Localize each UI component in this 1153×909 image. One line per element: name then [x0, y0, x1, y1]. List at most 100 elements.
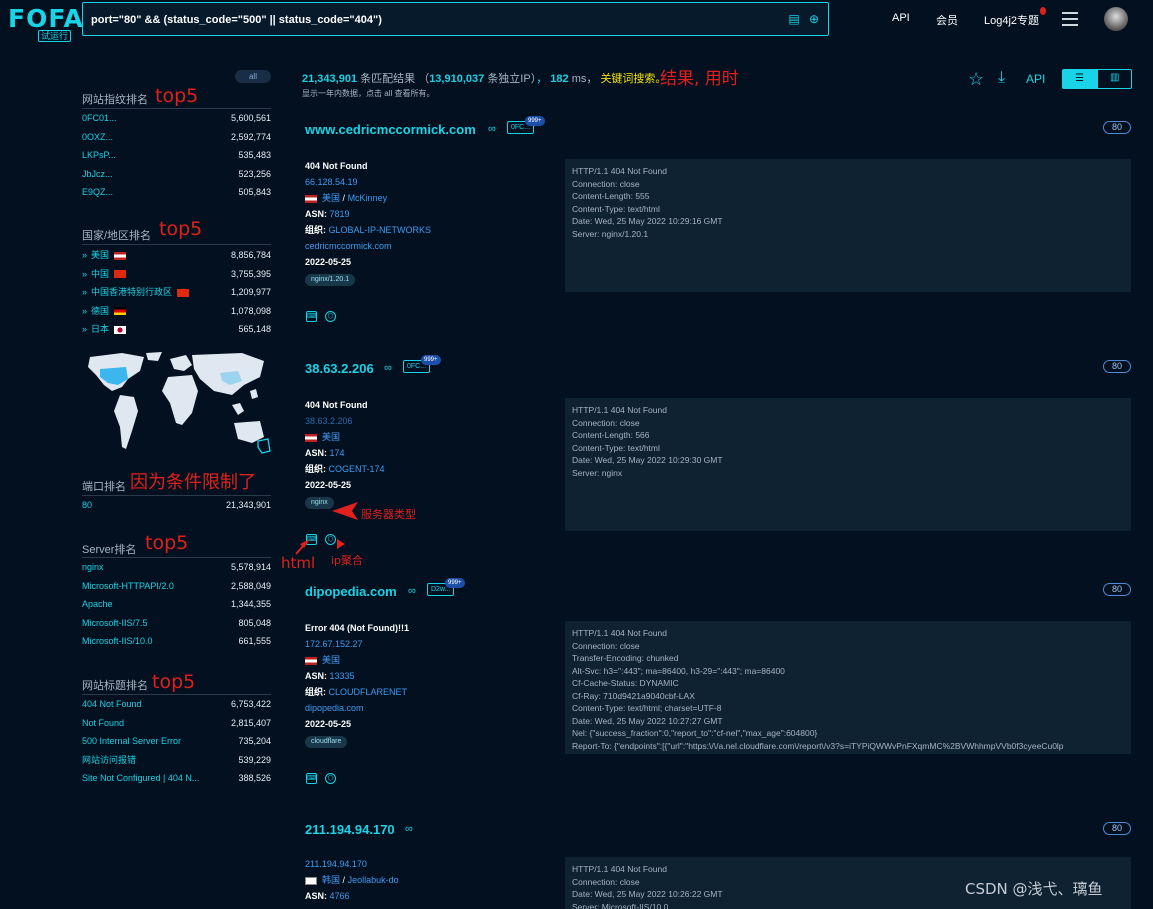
result-city[interactable]: McKinney: [348, 193, 388, 203]
list-view-button[interactable]: ☰: [1063, 70, 1098, 88]
html-icon[interactable]: ⌨: [306, 311, 317, 322]
nav-api[interactable]: API: [892, 12, 910, 24]
result-host[interactable]: www.cedricmccormick.com: [305, 122, 476, 137]
link-icon[interactable]: ∞: [408, 585, 416, 597]
rank-label: » 德国: [82, 302, 127, 320]
us-flag-icon: [305, 194, 317, 203]
rank-row[interactable]: E9QZ... 505,843: [82, 183, 271, 201]
result-asn[interactable]: 13335: [330, 671, 355, 681]
result-info: 404 Not Found 66.128.54.19 美国 / McKinney…: [305, 158, 431, 286]
rank-label: » 美国: [82, 246, 127, 264]
rank-label-text: nginx: [82, 562, 104, 572]
result-country[interactable]: 美国: [322, 432, 340, 442]
result-domain[interactable]: dipopedia.com: [305, 700, 409, 716]
response-line: Content-Length: 555: [572, 191, 650, 201]
fofa-logo[interactable]: FOFA: [8, 4, 84, 33]
rank-row[interactable]: 404 Not Found 6,753,422: [82, 695, 271, 713]
rank-row[interactable]: Microsoft-IIS/7.5 805,048: [82, 614, 271, 632]
result-city[interactable]: Jeollabuk-do: [348, 875, 399, 885]
rank-label: » 日本: [82, 320, 127, 338]
result-ip[interactable]: 211.194.94.170: [305, 856, 399, 872]
org-label: 组织:: [305, 225, 326, 235]
menu-icon[interactable]: [1062, 12, 1078, 26]
rank-row[interactable]: Site Not Configured | 404 N... 388,526: [82, 769, 271, 787]
rank-row[interactable]: Microsoft-HTTPAPI/2.0 2,588,049: [82, 577, 271, 595]
result-asn[interactable]: 7819: [330, 209, 350, 219]
result-org[interactable]: GLOBAL-IP-NETWORKS: [329, 225, 432, 235]
time-label: ms，: [571, 73, 598, 85]
rank-row[interactable]: » 日本 565,148: [82, 320, 271, 338]
rank-row[interactable]: 0FC01... 5,600,561: [82, 109, 271, 127]
link-icon[interactable]: ∞: [488, 123, 496, 135]
cn-flag-icon: [114, 270, 127, 279]
server-tag[interactable]: nginx/1.20.1: [305, 274, 356, 286]
result-org[interactable]: COGENT-174: [329, 464, 385, 474]
ip-aggregate-icon[interactable]: ⬡: [325, 311, 336, 322]
rank-row[interactable]: 500 Internal Server Error 735,204: [82, 732, 271, 750]
result-host[interactable]: dipopedia.com: [305, 584, 397, 599]
search-icon[interactable]: ⊕: [807, 12, 821, 26]
rank-row[interactable]: Apache 1,344,355: [82, 595, 271, 613]
result-asn[interactable]: 4766: [330, 891, 350, 901]
chip-count-badge: 999+: [525, 116, 545, 126]
html-icon[interactable]: ⌨: [306, 773, 317, 784]
port-badge[interactable]: 80: [1103, 121, 1131, 134]
ip-aggregate-icon[interactable]: ⬡: [325, 773, 336, 784]
server-tag[interactable]: cloudflare: [305, 736, 348, 748]
rank-label-text: 80: [82, 500, 93, 510]
rank-row[interactable]: » 中国 3,755,395: [82, 265, 271, 283]
org-label: 组织:: [305, 687, 326, 697]
rank-row[interactable]: 0OXZ... 2,592,774: [82, 128, 271, 146]
keyword-search-label[interactable]: 关键词搜索。: [600, 73, 666, 85]
result-host[interactable]: 211.194.94.170: [305, 822, 395, 837]
rank-row[interactable]: » 中国香港特别行政区 1,209,977: [82, 283, 271, 301]
port-badge[interactable]: 80: [1103, 583, 1131, 596]
result-summary: 21,343,901 条匹配结果 （13,910,037 条独立IP）， 182…: [302, 73, 667, 85]
rank-row[interactable]: 80 21,343,901: [82, 496, 271, 514]
rank-row[interactable]: LKPsP... 535,483: [82, 146, 271, 164]
download-icon[interactable]: ⤓: [998, 69, 1005, 87]
result-country[interactable]: 美国: [322, 655, 340, 665]
result-country[interactable]: 美国: [322, 193, 340, 203]
rank-label: 0FC01...: [82, 109, 117, 127]
rank-row[interactable]: JbJcz... 523,256: [82, 165, 271, 183]
rank-count: 1,078,098: [230, 305, 271, 316]
query-syntax-icon[interactable]: ▤: [787, 12, 801, 26]
result-domain[interactable]: cedricmccormick.com: [305, 238, 431, 254]
rank-row[interactable]: » 美国 8,856,784: [82, 246, 271, 264]
de-flag-icon: [114, 307, 127, 316]
result-ip[interactable]: 172.67.152.27: [305, 636, 409, 652]
search-input[interactable]: [91, 10, 771, 30]
ip-count: 13,910,037: [429, 73, 485, 85]
avatar[interactable]: [1104, 7, 1128, 31]
rank-count: 539,229: [238, 754, 271, 765]
nav-member[interactable]: 会员: [936, 12, 958, 28]
rank-row[interactable]: » 德国 1,078,098: [82, 302, 271, 320]
rank-row[interactable]: 网站访问报错 539,229: [82, 751, 271, 769]
result-host[interactable]: 38.63.2.206: [305, 361, 374, 376]
port-badge[interactable]: 80: [1103, 822, 1131, 835]
star-icon[interactable]: ☆: [968, 69, 984, 90]
nav-log4j2[interactable]: Log4j2专题: [984, 12, 1039, 28]
result-org[interactable]: CLOUDFLARENET: [329, 687, 408, 697]
link-icon[interactable]: ∞: [405, 823, 413, 835]
port-rank-title: 端口排名: [82, 481, 126, 493]
chart-view-icon[interactable]: ▥: [1110, 72, 1119, 83]
rank-row[interactable]: Microsoft-IIS/10.0 661,555: [82, 632, 271, 650]
title-rank-title: 网站标题排名: [82, 680, 148, 692]
rank-row[interactable]: Not Found 2,815,407: [82, 714, 271, 732]
result-country[interactable]: 韩国: [322, 875, 340, 885]
logo-badge: 试运行: [38, 30, 72, 42]
api-button[interactable]: API: [1026, 72, 1045, 86]
result-ip[interactable]: 66.128.54.19: [305, 174, 431, 190]
result-asn[interactable]: 174: [330, 448, 345, 458]
port-badge[interactable]: 80: [1103, 360, 1131, 373]
country-rank-title: 国家/地区排名: [82, 230, 152, 242]
rank-row[interactable]: nginx 5,578,914: [82, 558, 271, 576]
link-icon[interactable]: ∞: [384, 362, 392, 374]
ip-aggregate-icon[interactable]: ⬡: [325, 534, 336, 545]
result-ip[interactable]: 38.63.2.206: [305, 413, 385, 429]
all-toggle-button[interactable]: all: [235, 70, 271, 83]
world-map[interactable]: [82, 351, 271, 455]
response-line: HTTP/1.1 404 Not Found: [572, 405, 667, 415]
